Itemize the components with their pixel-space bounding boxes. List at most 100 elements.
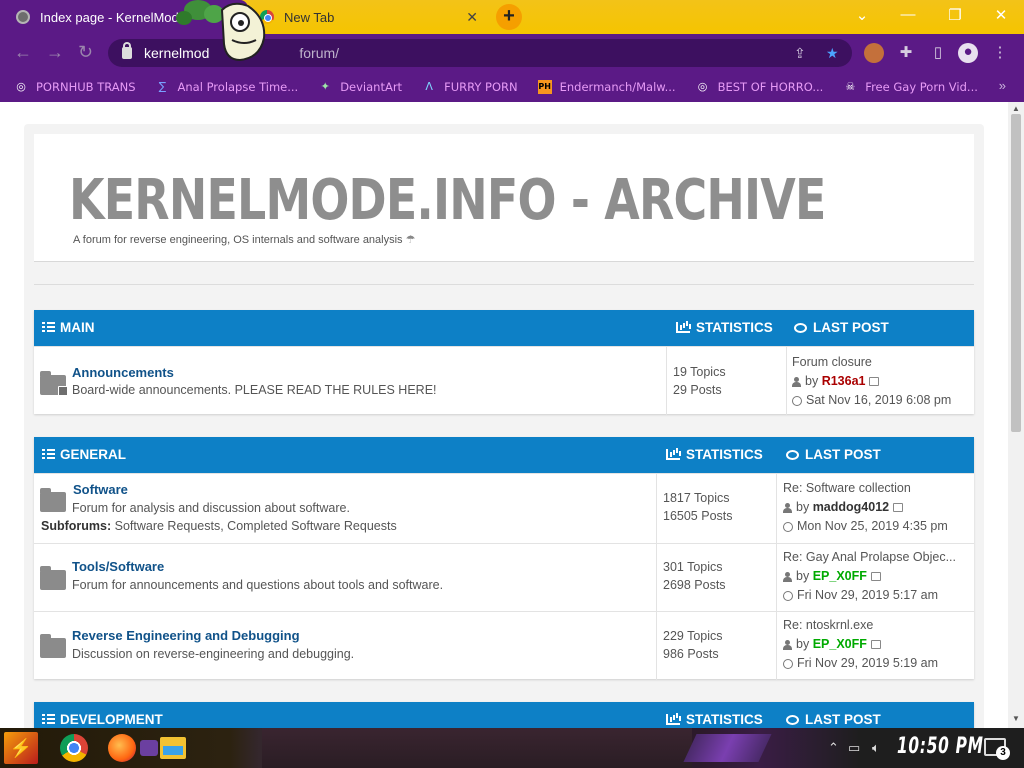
site-title[interactable]: KERNELMODE.INFO - ARCHIVE — [69, 168, 826, 233]
forum-title-link[interactable]: Reverse Engineering and Debugging — [72, 628, 300, 643]
network-icon[interactable]: ▭ — [848, 740, 860, 756]
by-label: by — [796, 637, 810, 651]
last-post-author[interactable]: EP_X0FF — [813, 567, 867, 586]
bookmark-item[interactable]: ☠ Free Gay Porn Vid... — [843, 80, 978, 94]
last-post-author[interactable]: EP_X0FF — [813, 635, 867, 654]
category-title[interactable]: GENERAL — [42, 447, 126, 462]
forward-icon[interactable]: → — [46, 42, 64, 63]
comments-icon — [786, 449, 799, 460]
subforum-links[interactable]: Software Requests, Completed Software Re… — [115, 519, 397, 533]
last-post: Re: Software collection by maddog4012 Mo… — [783, 479, 948, 536]
goto-post-icon[interactable] — [893, 503, 904, 512]
last-post: Re: ntoskrnl.exe by EP_X0FF Fri Nov 29, … — [783, 616, 938, 673]
menu-icon[interactable]: ⋮ — [990, 43, 1010, 63]
new-tab-button[interactable]: + — [496, 4, 522, 30]
file-explorer-icon[interactable] — [160, 737, 186, 759]
chevron-down-icon[interactable]: ⌄ — [852, 6, 872, 24]
last-post-header: LAST POST — [786, 447, 881, 462]
column-divider — [776, 474, 777, 544]
last-post-label: LAST POST — [805, 712, 881, 727]
forum-row: Software Forum for analysis and discussi… — [34, 473, 974, 544]
forum-title-link[interactable]: Tools/Software — [72, 559, 164, 574]
volume-icon[interactable]: 🔈︎ — [872, 740, 880, 756]
restore-icon[interactable]: ❐ — [945, 6, 965, 24]
statistics-header: STATISTICS — [666, 447, 763, 462]
goto-post-icon[interactable] — [869, 377, 880, 386]
notification-icon[interactable]: 3 — [984, 738, 1010, 760]
umbrella-icon: ☂ — [405, 234, 416, 246]
column-divider — [776, 612, 777, 680]
last-post-date: Mon Nov 25, 2019 4:35 pm — [797, 519, 948, 533]
profile-icon[interactable]: ● — [958, 43, 978, 63]
last-post-title[interactable]: Re: Gay Anal Prolapse Objec... — [783, 548, 956, 567]
toolbar: ← → ↻ kernelmod forum/ ⇪ ★ ✚ ▯ ● ⋮ — [0, 34, 1024, 72]
forum-row: Tools/Software Forum for announcements a… — [34, 543, 974, 612]
page-scrollbar[interactable]: ▲ ▼ — [1008, 102, 1024, 728]
divider — [34, 284, 974, 285]
close-window-icon[interactable]: ✕ — [991, 6, 1011, 24]
forum-row: Reverse Engineering and Debugging Discus… — [34, 611, 974, 680]
close-icon[interactable]: ✕ — [466, 9, 478, 26]
start-button[interactable]: ⚡ — [4, 732, 38, 764]
goto-post-icon[interactable] — [870, 572, 881, 581]
bookmark-label: Endermanch/Malw... — [559, 80, 676, 94]
reload-icon[interactable]: ↻ — [78, 42, 93, 63]
minimize-icon[interactable]: — — [898, 6, 918, 23]
deviantart-icon: ✦ — [320, 80, 330, 93]
bookmark-item[interactable]: Λ FURRY PORN — [422, 80, 517, 94]
star-icon[interactable]: ★ — [826, 45, 839, 62]
posts-count: 2698 Posts — [663, 578, 726, 592]
sidebar-icon[interactable]: ▯ — [928, 43, 948, 63]
chrome-taskbar-icon[interactable] — [60, 734, 88, 762]
goto-post-icon[interactable] — [870, 640, 881, 649]
taskbar-clock[interactable]: 10:50 PM — [897, 734, 984, 759]
lambda-icon: Λ — [425, 80, 433, 93]
cartoon-sticker — [176, 0, 266, 62]
extension-avatar-icon[interactable] — [864, 43, 884, 63]
firefox-taskbar-icon[interactable] — [108, 734, 136, 762]
clock-icon — [783, 590, 793, 601]
last-post: Re: Gay Anal Prolapse Objec... by EP_X0F… — [783, 548, 956, 605]
last-post-author[interactable]: R136a1 — [822, 372, 866, 391]
bookmark-item[interactable]: ◎ PORNHUB TRANS — [14, 80, 135, 94]
chevron-up-icon[interactable]: ⌃ — [828, 740, 839, 756]
bookmark-item[interactable]: PH Endermanch/Malw... — [537, 80, 676, 94]
last-post-author[interactable]: maddog4012 — [813, 498, 889, 517]
forum-title-link[interactable]: Announcements — [72, 365, 174, 380]
tab-strip: Index page - KernelMod New Tab ✕ + ⌄ — ❐… — [0, 0, 1024, 34]
last-post-title[interactable]: Forum closure — [792, 353, 951, 372]
globe-icon: ◎ — [697, 80, 708, 93]
category-title[interactable]: MAIN — [42, 320, 95, 335]
last-post-label: LAST POST — [813, 320, 889, 335]
scroll-thumb[interactable] — [1011, 114, 1021, 432]
category-name: DEVELOPMENT — [60, 712, 163, 727]
puzzle-icon[interactable]: ✚ — [896, 43, 916, 63]
forum-title-link[interactable]: Software — [73, 482, 128, 497]
tab-new-tab[interactable]: New Tab ✕ — [250, 0, 488, 34]
scroll-up-icon[interactable]: ▲ — [1012, 104, 1020, 113]
bookmark-label: DeviantArt — [340, 80, 403, 94]
scroll-down-icon[interactable]: ▼ — [1012, 714, 1020, 723]
bookmark-item[interactable]: ◎ BEST OF HORRO... — [696, 80, 824, 94]
bar-chart-icon — [676, 322, 690, 333]
topics-count: 229 Topics — [663, 629, 723, 643]
column-divider — [656, 544, 657, 612]
share-icon[interactable]: ⇪ — [794, 45, 806, 62]
last-post-title[interactable]: Re: ntoskrnl.exe — [783, 616, 938, 635]
chevron-right-icon[interactable]: » — [999, 78, 1006, 93]
bookmark-icon: ∑ — [158, 80, 167, 93]
bookmark-item[interactable]: ✦ DeviantArt — [318, 80, 403, 94]
back-icon[interactable]: ← — [14, 42, 32, 63]
last-post-header: LAST POST — [786, 712, 881, 727]
last-post-title[interactable]: Re: Software collection — [783, 479, 948, 498]
by-label: by — [796, 569, 810, 583]
category-title[interactable]: DEVELOPMENT — [42, 712, 163, 727]
clock-icon — [783, 658, 793, 669]
subforums: Subforums: Software Requests, Completed … — [41, 519, 397, 533]
app-taskbar-icon[interactable] — [140, 740, 158, 756]
url-path: forum/ — [299, 45, 340, 61]
bookmark-item[interactable]: ∑ Anal Prolapse Time... — [156, 80, 298, 94]
posts-count: 16505 Posts — [663, 509, 733, 523]
user-icon — [792, 376, 801, 387]
globe-icon: ◎ — [16, 80, 26, 93]
